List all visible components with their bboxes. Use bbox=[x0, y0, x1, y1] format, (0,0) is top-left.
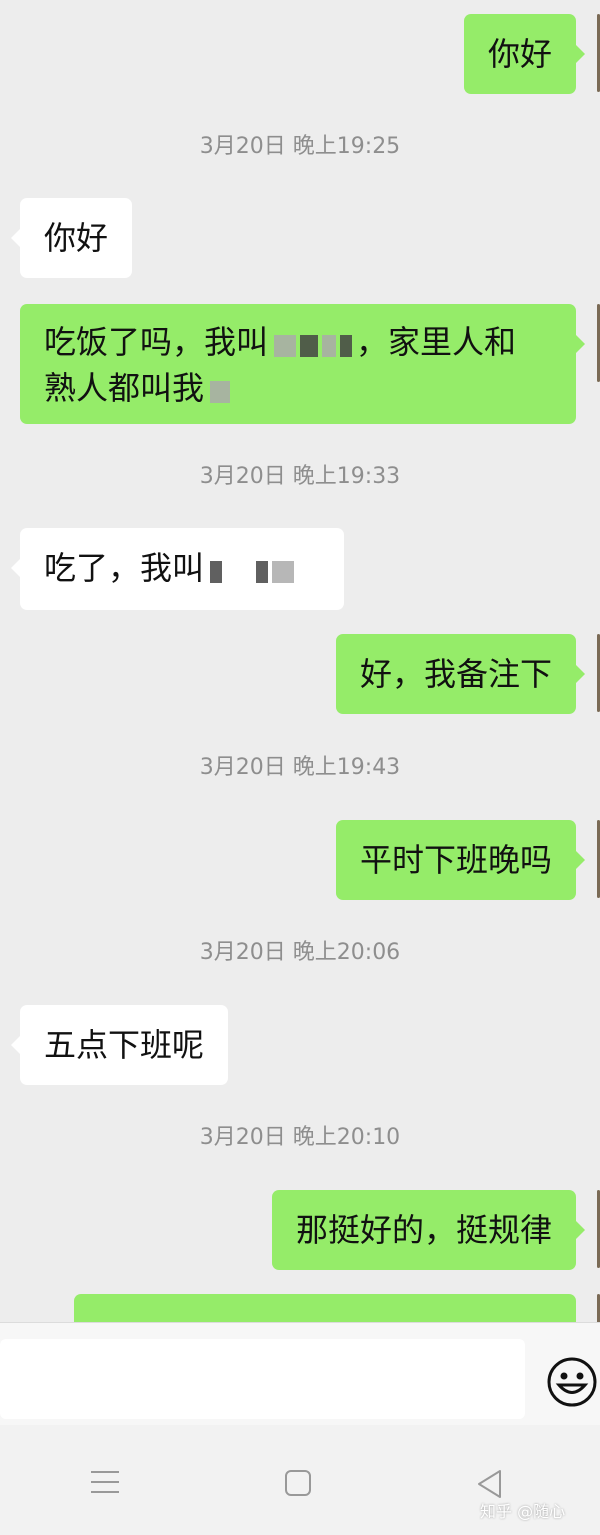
message-text: 你好 bbox=[487, 35, 552, 73]
redacted-name bbox=[210, 548, 298, 592]
message-bubble-out[interactable]: 平时下班晚吗 bbox=[335, 820, 586, 900]
back-triangle-icon[interactable] bbox=[476, 1469, 504, 1499]
redacted-name bbox=[274, 322, 356, 366]
message-input[interactable] bbox=[0, 1339, 525, 1419]
timestamp: 3月20日 晚上19:25 bbox=[199, 134, 401, 159]
watermark: 知乎 @随心 bbox=[480, 1502, 566, 1521]
message-text: 你好 bbox=[44, 219, 109, 257]
message-bubble-out[interactable]: 吃饭了吗，我叫 ，家里人和 熟人都叫我 bbox=[20, 304, 585, 424]
message-line: 吃饭了吗，我叫 ，家里人和 bbox=[44, 320, 552, 366]
timestamp: 3月20日 晚上19:43 bbox=[199, 755, 401, 780]
redacted-nickname bbox=[210, 368, 234, 412]
message-text: 吃饭了吗，我叫 bbox=[44, 323, 269, 361]
message-line: 熟人都叫我 bbox=[44, 366, 552, 412]
message-text: 那挺好的，挺规律 bbox=[295, 1211, 552, 1249]
menu-icon[interactable] bbox=[90, 1469, 120, 1495]
message-bubble-out[interactable]: 你好 bbox=[463, 14, 586, 94]
message-text: 熟人都叫我 bbox=[44, 369, 205, 407]
message-bubble-in[interactable]: 吃了，我叫 bbox=[11, 528, 344, 610]
message-bubble-in[interactable]: 你好 bbox=[10, 198, 133, 278]
timestamp: 3月20日 晚上19:33 bbox=[199, 464, 401, 489]
message-text: ，家里人和 bbox=[356, 323, 517, 361]
chat-area[interactable]: 你好 3月20日 晚上19:25 你好 吃饭了吗，我叫 ，家里人和 熟人都叫我 3… bbox=[0, 0, 600, 1322]
message-text: 吃了，我叫 bbox=[44, 549, 205, 587]
message-text: 好，我备注下 bbox=[359, 655, 552, 693]
message-bubble-out[interactable]: 好，我备注下 bbox=[335, 634, 586, 714]
timestamp: 3月20日 晚上20:10 bbox=[199, 1125, 401, 1150]
home-square-icon[interactable] bbox=[284, 1469, 312, 1497]
emoji-icon[interactable] bbox=[546, 1356, 598, 1408]
message-text: 平时下班晚吗 bbox=[359, 841, 552, 879]
message-bubble-out[interactable]: 那挺好的，挺规律 bbox=[271, 1190, 586, 1270]
timestamp: 3月20日 晚上20:06 bbox=[199, 940, 401, 965]
message-text: 五点下班呢 bbox=[44, 1026, 205, 1064]
input-bar bbox=[0, 1322, 600, 1425]
message-bubble-in[interactable]: 五点下班呢 bbox=[10, 1005, 229, 1085]
message-bubble-out-partial[interactable] bbox=[74, 1294, 576, 1322]
